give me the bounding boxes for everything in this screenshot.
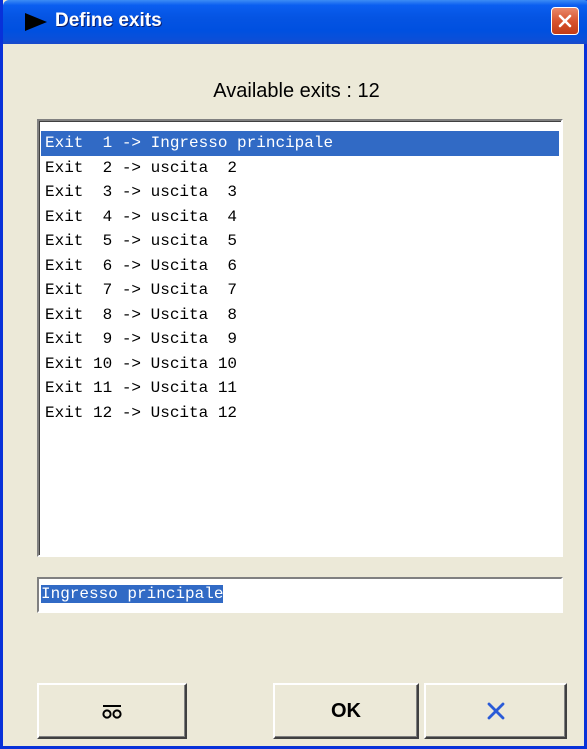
close-button[interactable]	[551, 7, 579, 35]
window-title: Define exits	[55, 10, 162, 31]
exit-list-item[interactable]: Exit 5 -> uscita 5	[41, 229, 559, 254]
exit-list-item[interactable]: Exit 8 -> Uscita 8	[41, 303, 559, 328]
define-exits-dialog: Define exits Available exits : 12 Exit 1…	[0, 0, 587, 749]
x-cancel-icon	[487, 702, 504, 720]
exit-list-item[interactable]: Exit 7 -> Uscita 7	[41, 278, 559, 303]
exits-listbox[interactable]: Exit 1 -> Ingresso principale Exit 2 -> u…	[37, 119, 563, 557]
oo-glasses-icon	[102, 705, 122, 719]
ok-label: OK	[331, 699, 361, 722]
available-exits-heading: Available exits : 12	[213, 80, 380, 102]
exit-list-item[interactable]: Exit 10 -> Uscita 10	[41, 352, 559, 377]
exit-list-item[interactable]: Exit 11 -> Uscita 11	[41, 376, 559, 401]
exit-list-item[interactable]: Exit 2 -> uscita 2	[41, 156, 559, 181]
play-triangle-icon	[25, 13, 47, 31]
exit-list-item[interactable]: Exit 9 -> Uscita 9	[41, 327, 559, 352]
exit-name-field[interactable]: Ingresso principale	[37, 577, 563, 613]
view-button[interactable]	[37, 683, 187, 739]
ok-button[interactable]: OK	[273, 683, 419, 739]
close-icon	[558, 14, 572, 28]
exit-list-item[interactable]: Exit 12 -> Uscita 12	[41, 401, 559, 426]
exit-list-item[interactable]: Exit 1 -> Ingresso principale	[41, 131, 559, 156]
cancel-button[interactable]	[424, 683, 567, 739]
exit-name-value: Ingresso principale	[41, 585, 224, 603]
title-bar[interactable]: Define exits	[3, 0, 587, 44]
exit-list-item[interactable]: Exit 6 -> Uscita 6	[41, 254, 559, 279]
exit-list-item[interactable]: Exit 3 -> uscita 3	[41, 180, 559, 205]
exit-list-item[interactable]: Exit 4 -> uscita 4	[41, 205, 559, 230]
